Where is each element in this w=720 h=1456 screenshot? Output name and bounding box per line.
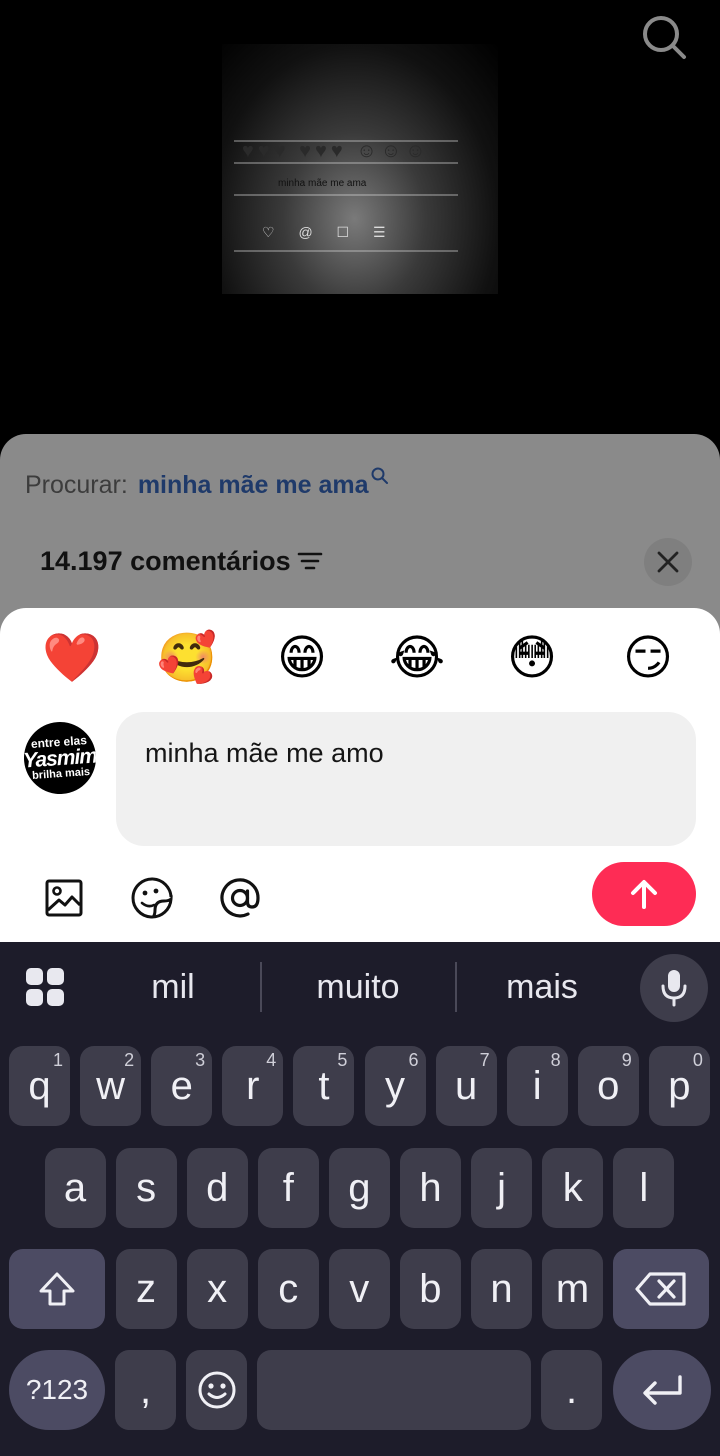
key-f[interactable]: f — [257, 1148, 319, 1228]
comment-input-value: minha mãe me amo — [145, 738, 384, 768]
send-button[interactable] — [592, 862, 696, 926]
search-term-link[interactable]: minha mãe me ama — [138, 470, 369, 500]
key-l[interactable]: l — [613, 1148, 675, 1228]
mention-button[interactable] — [216, 874, 264, 922]
shift-key[interactable] — [9, 1249, 105, 1329]
emoji-key[interactable] — [186, 1350, 247, 1430]
key-g[interactable]: g — [328, 1148, 390, 1228]
reaction-flushed[interactable]: 😳 — [500, 626, 564, 690]
comma-key[interactable]: , — [115, 1350, 176, 1430]
key-z[interactable]: z — [115, 1249, 177, 1329]
key-q[interactable]: q1 — [9, 1046, 70, 1126]
thumbnail-caption: minha mãe me ama — [278, 178, 367, 189]
suggestion-bar: mil muito mais — [0, 942, 720, 1034]
key-x[interactable]: x — [186, 1249, 248, 1329]
comments-header: 14.197 comentários — [40, 544, 323, 578]
suggestion-2[interactable]: muito — [290, 966, 426, 1008]
key-h[interactable]: h — [400, 1148, 461, 1228]
voice-input-button[interactable] — [640, 954, 708, 1022]
reaction-smirk[interactable]: 😏 — [616, 626, 680, 690]
key-v[interactable]: v — [328, 1249, 390, 1329]
close-icon — [657, 551, 679, 573]
video-thumbnail: ♥♥♥ ♥♥♥ ☺☺☺ minha mãe me ama ♡ @ ☐ ☰ — [222, 44, 498, 294]
key-k[interactable]: k — [542, 1148, 604, 1228]
period-key[interactable]: . — [541, 1350, 602, 1430]
key-s[interactable]: s — [115, 1148, 177, 1228]
image-icon — [45, 879, 83, 917]
sticker-icon — [131, 877, 173, 919]
key-w[interactable]: w2 — [80, 1046, 142, 1126]
arrow-up-icon — [631, 880, 657, 909]
search-prefix: Procurar: — [25, 471, 128, 499]
sort-icon[interactable] — [297, 550, 323, 572]
microphone-icon — [661, 970, 687, 1007]
close-button[interactable] — [644, 538, 692, 586]
key-j[interactable]: j — [471, 1148, 533, 1228]
backspace-icon — [635, 1272, 686, 1306]
key-y[interactable]: y6 — [364, 1046, 426, 1126]
suggestion-1[interactable]: mil — [112, 966, 234, 1008]
search-small-icon — [371, 467, 389, 484]
key-a[interactable]: a — [44, 1148, 106, 1228]
key-u[interactable]: u7 — [435, 1046, 497, 1126]
sticker-button[interactable] — [128, 874, 176, 922]
keyboard: mil muito mais ?123 , . q 1 w 2 e 3 r 4 … — [0, 942, 720, 1456]
reaction-heart[interactable]: ❤️ — [40, 626, 104, 690]
symbols-key[interactable]: ?123 — [9, 1350, 105, 1430]
key-b[interactable]: b — [399, 1249, 461, 1329]
enter-icon — [643, 1375, 682, 1405]
comment-count: 14.197 comentários — [40, 546, 291, 576]
comment-input[interactable]: minha mãe me amo — [116, 712, 696, 846]
key-p[interactable]: p0 — [648, 1046, 710, 1126]
comment-search-suggestion[interactable]: Procurar: minha mãe me ama — [25, 467, 390, 500]
key-n[interactable]: n — [471, 1249, 532, 1329]
emoji-icon — [198, 1371, 235, 1409]
search-icon[interactable] — [636, 10, 692, 66]
at-icon — [220, 878, 260, 918]
comment-composer: ❤️ 🥰 😁 😂 😳 😏 entre elas Yasmim brilha ma… — [0, 608, 720, 942]
key-r[interactable]: r4 — [222, 1046, 284, 1126]
key-m[interactable]: m — [542, 1249, 604, 1329]
avatar: entre elas Yasmim brilha mais — [21, 719, 99, 797]
shift-icon — [39, 1272, 75, 1306]
key-d[interactable]: d — [186, 1148, 248, 1228]
reaction-laugh[interactable]: 😂 — [385, 626, 449, 690]
key-c[interactable]: c — [257, 1249, 319, 1329]
key-o[interactable]: o9 — [577, 1046, 639, 1126]
video-player[interactable]: ♥♥♥ ♥♥♥ ☺☺☺ minha mãe me ama ♡ @ ☐ ☰ — [0, 0, 720, 440]
suggestion-3[interactable]: mais — [480, 966, 604, 1008]
space-key[interactable] — [257, 1350, 531, 1430]
quick-reactions: ❤️ 🥰 😁 😂 😳 😏 — [0, 626, 720, 690]
key-i[interactable]: i8 — [506, 1046, 568, 1126]
backspace-key[interactable] — [613, 1249, 709, 1329]
image-button[interactable] — [40, 874, 88, 922]
enter-key[interactable] — [613, 1350, 711, 1430]
key-t[interactable]: t5 — [293, 1046, 355, 1126]
reaction-love-face[interactable]: 🥰 — [155, 626, 219, 690]
reaction-grin[interactable]: 😁 — [270, 626, 334, 690]
key-e[interactable]: e3 — [151, 1046, 213, 1126]
apps-grid-icon[interactable] — [24, 966, 66, 1008]
